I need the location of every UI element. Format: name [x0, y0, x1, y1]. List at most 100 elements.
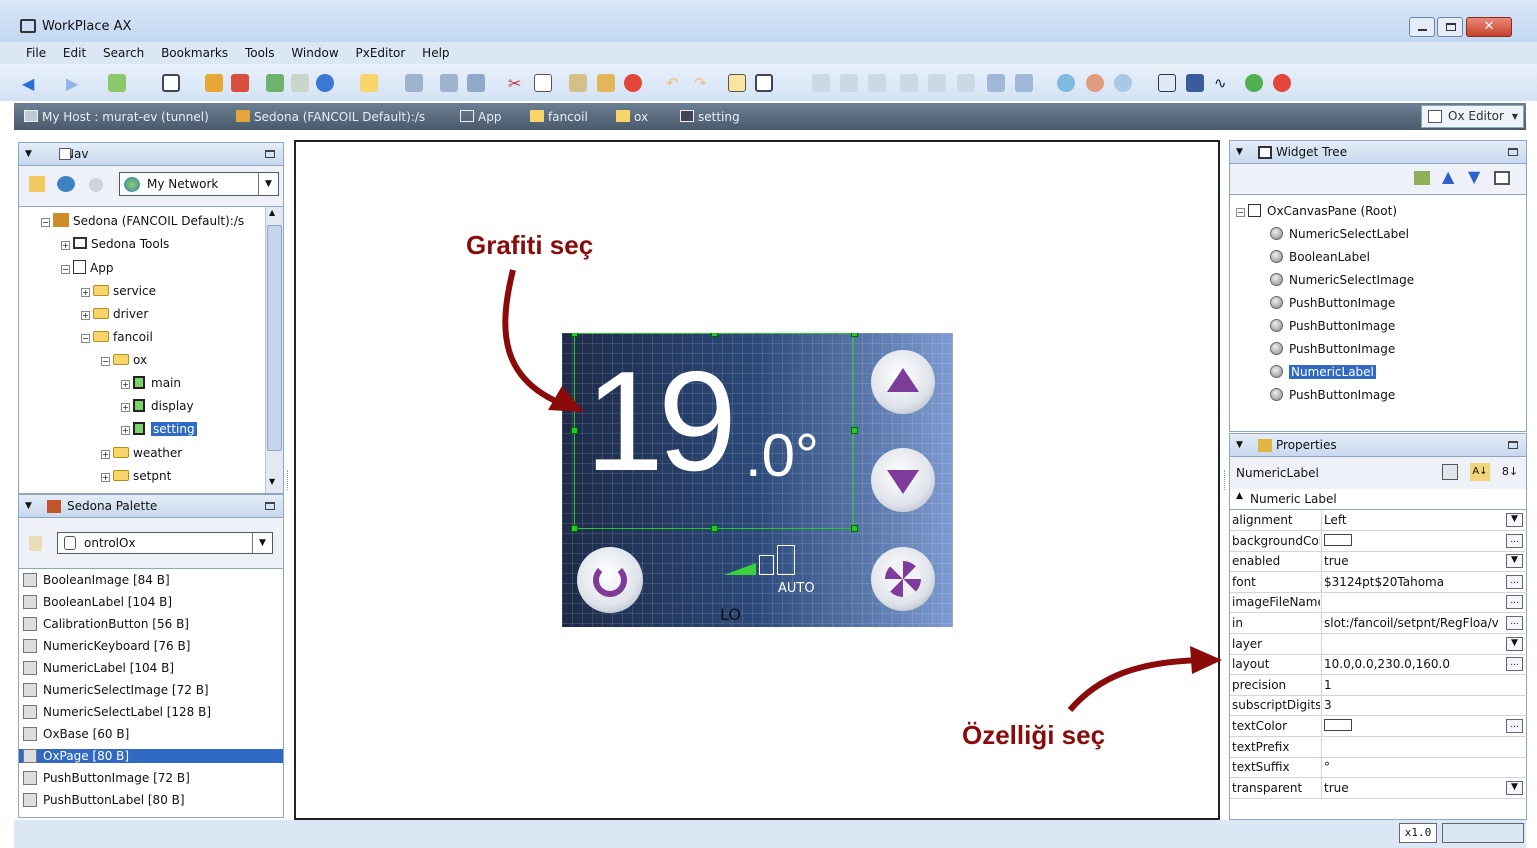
divider [1321, 757, 1322, 779]
widget-tree-item[interactable]: PushButtonImage [1270, 342, 1395, 356]
collapse-icon[interactable]: ▼ [1236, 434, 1243, 456]
property-name: layout [1232, 657, 1270, 672]
widget-tree-item-label: BooleanLabel [1289, 250, 1370, 264]
property-row[interactable]: layout 10.0,0.0,230.0,160.0... [1230, 654, 1527, 676]
divider [1321, 510, 1322, 531]
property-value[interactable]: slot:/fancoil/setpnt/RegFloa/v [1324, 616, 1499, 630]
property-value-text: slot:/fancoil/setpnt/RegFloa/v [1324, 616, 1499, 630]
more-icon[interactable]: ... [1506, 574, 1523, 589]
property-value[interactable]: 10.0,0.0,230.0,160.0 [1324, 657, 1450, 671]
chevron-down-icon[interactable]: ▼ [1506, 554, 1523, 569]
property-row[interactable]: textColor... [1230, 716, 1527, 737]
maximize-panel-icon[interactable] [1508, 148, 1518, 156]
property-row[interactable]: transparent true ▼ [1230, 777, 1527, 799]
property-value[interactable]: 1 [1324, 678, 1332, 692]
widget-tree-item[interactable]: PushButtonImage [1270, 296, 1395, 310]
divider [1321, 530, 1322, 552]
widget-tree-item[interactable]: PushButtonImage [1270, 319, 1395, 333]
property-row[interactable]: imageFileName... [1230, 592, 1527, 614]
status-bar: x1.0 [14, 820, 1526, 848]
widget-tree-item[interactable]: PushButtonImage [1270, 388, 1395, 402]
color-swatch[interactable] [1324, 533, 1352, 546]
properties-icon [1258, 439, 1272, 452]
property-row[interactable]: textSuffix ° [1230, 757, 1527, 779]
expand-icon[interactable]: − [1236, 208, 1245, 217]
property-value-text: $3124pt$20Tahoma [1324, 574, 1445, 589]
property-row[interactable]: in slot:/fancoil/setpnt/RegFloa/v... [1230, 613, 1527, 634]
property-value[interactable]: Left [1324, 513, 1347, 527]
widget-icon [1270, 227, 1283, 240]
property-row[interactable]: enabled true ▼ [1230, 551, 1527, 573]
property-value[interactable]: 3 [1324, 698, 1332, 712]
widget-tree-item[interactable]: BooleanLabel [1270, 250, 1370, 264]
widget-tree-toolbar: ▲ ▼ [1229, 164, 1527, 194]
property-value-text: true [1324, 780, 1349, 795]
property-name: layer [1232, 636, 1263, 651]
divider [1321, 551, 1322, 573]
property-row[interactable]: precision 1 [1230, 674, 1527, 696]
categorize-icon[interactable] [1442, 464, 1458, 480]
property-value[interactable]: true [1324, 554, 1349, 568]
property-name: alignment [1232, 513, 1293, 527]
widget-tree-header: ▼ Widget Tree [1229, 140, 1527, 164]
property-row[interactable]: font $3124pt$20Tahoma... [1230, 571, 1527, 593]
properties-group[interactable]: ▲ Numeric Label [1229, 489, 1527, 509]
property-row[interactable]: textPrefix [1230, 736, 1527, 758]
move-up-icon[interactable]: ▲ [1442, 167, 1454, 186]
group-icon[interactable] [1414, 171, 1430, 185]
property-name: textSuffix [1232, 760, 1290, 775]
property-value[interactable]: $3124pt$20Tahoma [1324, 575, 1444, 589]
property-value[interactable]: ° [1324, 760, 1330, 774]
widget-tree-root[interactable]: − OxCanvasPane (Root) [1236, 204, 1397, 218]
more-icon[interactable]: ... [1506, 616, 1523, 630]
divider [1321, 613, 1322, 634]
widget-tree-item-label: PushButtonImage [1289, 319, 1396, 333]
color-swatch[interactable] [1324, 719, 1352, 731]
properties-table: alignment Left ▼ backgroundColor... enabled t… [1229, 509, 1527, 820]
property-value-text: 3 [1324, 698, 1332, 713]
zoom-level: x1.0 [1399, 823, 1437, 843]
property-name: precision [1232, 677, 1287, 692]
property-row[interactable]: layer ▼ [1230, 633, 1527, 655]
divider [1321, 777, 1322, 799]
widget-tree-item[interactable]: NumericLabel [1270, 365, 1376, 379]
divider [1321, 695, 1322, 717]
widget-tree: − OxCanvasPane (Root) NumericSelectLabel B… [1229, 194, 1527, 432]
widget-tree-item[interactable]: NumericSelectImage [1270, 273, 1414, 287]
widget-tree-item-label: PushButtonImage [1289, 388, 1396, 402]
properties-title: Properties [1276, 438, 1337, 452]
properties-header: ▼ Properties [1229, 433, 1527, 457]
collapse-group-icon[interactable]: ▲ [1236, 491, 1243, 501]
canvas-pane-icon [1248, 204, 1261, 217]
sort-num-icon[interactable]: 8↓ [1500, 463, 1520, 481]
property-row[interactable]: backgroundColor... [1230, 530, 1527, 552]
more-icon[interactable]: ... [1506, 533, 1523, 548]
widget-tree-item-label: PushButtonImage [1289, 296, 1396, 310]
widget-icon [1270, 388, 1283, 401]
chevron-down-icon[interactable]: ▼ [1506, 636, 1523, 651]
widget-tree-item-label: NumericSelectLabel [1289, 227, 1409, 241]
property-name: font [1232, 574, 1256, 589]
chevron-down-icon[interactable]: ▼ [1506, 513, 1523, 527]
property-value[interactable]: true [1324, 781, 1349, 795]
sort-alpha-icon[interactable]: A↓ [1470, 463, 1490, 481]
divider [1321, 592, 1322, 614]
collapse-icon[interactable]: ▼ [1236, 141, 1243, 163]
ungroup-icon[interactable] [1494, 171, 1510, 185]
selected-object-name: NumericLabel [1236, 466, 1319, 480]
maximize-panel-icon[interactable] [1508, 441, 1518, 449]
widget-tree-item[interactable]: NumericSelectLabel [1270, 227, 1409, 241]
more-icon[interactable]: ... [1506, 657, 1523, 672]
property-row[interactable]: subscriptDigits 3 [1230, 695, 1527, 717]
property-value[interactable] [1324, 533, 1352, 548]
property-name: imageFileName [1232, 595, 1320, 610]
property-row[interactable]: alignment Left ▼ [1230, 510, 1527, 531]
move-down-icon[interactable]: ▼ [1468, 167, 1480, 186]
property-value[interactable] [1324, 719, 1352, 733]
more-icon[interactable]: ... [1506, 719, 1523, 733]
widget-icon [1270, 273, 1283, 286]
more-icon[interactable]: ... [1506, 595, 1523, 610]
property-value-text: 10.0,0.0,230.0,160.0 [1324, 657, 1450, 672]
chevron-down-icon[interactable]: ▼ [1506, 780, 1523, 795]
divider [1321, 716, 1322, 737]
